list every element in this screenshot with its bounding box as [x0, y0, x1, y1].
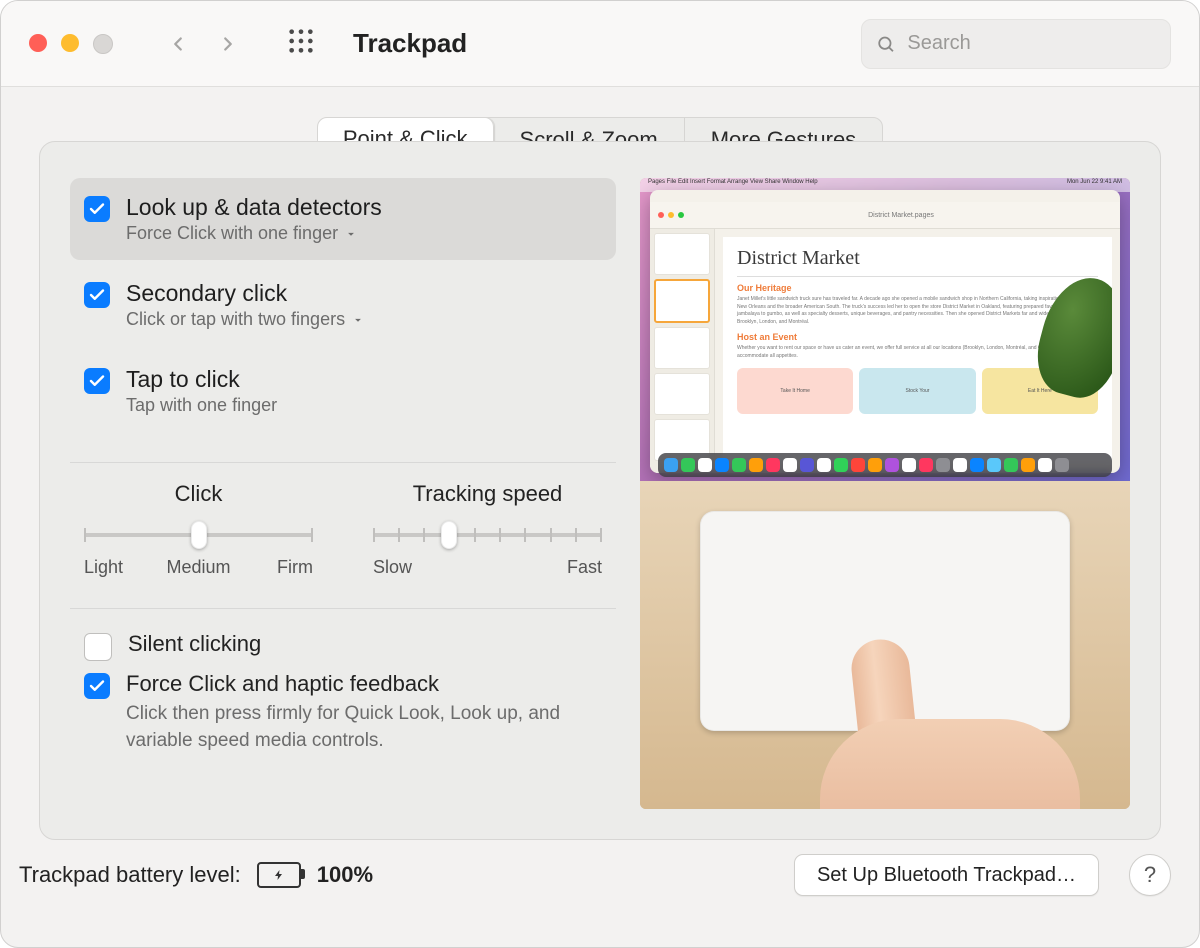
preview-hand	[820, 639, 1020, 809]
battery-value: 100%	[317, 862, 373, 888]
divider	[70, 462, 616, 463]
back-button[interactable]	[161, 27, 195, 61]
checkmark-icon	[88, 286, 106, 304]
chevron-right-icon	[217, 33, 239, 55]
checkmark-icon	[88, 200, 106, 218]
gesture-preview: Pages File Edit Insert Format Arrange Vi…	[640, 178, 1130, 809]
search-input[interactable]	[905, 31, 1156, 56]
option-tap-subtitle: Tap with one finger	[126, 395, 277, 416]
preview-app-window: District Market.pages	[650, 190, 1120, 473]
click-slider-label-low: Light	[84, 557, 160, 578]
tracking-slider-block: Tracking speed Slow Fast	[373, 481, 602, 578]
option-lookup-row[interactable]: Look up & data detectors Force Click wit…	[70, 178, 616, 260]
option-force-description: Click then press firmly for Quick Look, …	[126, 701, 566, 754]
option-force-row[interactable]: Force Click and haptic feedback Click th…	[84, 671, 602, 754]
option-lookup-title: Look up & data detectors	[126, 194, 382, 221]
option-silent-row[interactable]: Silent clicking	[84, 631, 602, 661]
window-toolbar: Trackpad	[1, 1, 1199, 87]
preview-doc-title: District Market	[737, 247, 1098, 270]
option-secondary-title: Secondary click	[126, 280, 365, 307]
option-secondary-row[interactable]: Secondary click Click or tap with two fi…	[70, 264, 616, 346]
click-slider-title: Click	[175, 481, 223, 507]
setup-bluetooth-trackpad-button[interactable]: Set Up Bluetooth Trackpad…	[794, 854, 1099, 896]
option-tap-row[interactable]: Tap to click Tap with one finger	[70, 350, 616, 432]
tracking-slider[interactable]	[373, 523, 602, 547]
option-lookup-checkbox[interactable]	[84, 196, 110, 222]
tracking-slider-label-high: Fast	[567, 557, 602, 578]
option-silent-checkbox[interactable]	[84, 633, 112, 661]
click-slider-label-high: Firm	[237, 557, 313, 578]
window-traffic-lights	[29, 34, 113, 54]
option-lookup-subtitle-dropdown[interactable]: Force Click with one finger	[126, 223, 382, 244]
chevron-down-icon	[344, 227, 358, 241]
tracking-slider-title: Tracking speed	[413, 481, 563, 507]
battery-label: Trackpad battery level:	[19, 862, 241, 888]
minimize-window-button[interactable]	[61, 34, 79, 52]
window-title: Trackpad	[353, 28, 467, 59]
option-tap-checkbox[interactable]	[84, 368, 110, 394]
divider	[70, 608, 616, 609]
close-window-button[interactable]	[29, 34, 47, 52]
option-force-checkbox[interactable]	[84, 673, 110, 699]
checkmark-icon	[88, 677, 106, 695]
option-tap-title: Tap to click	[126, 366, 277, 393]
click-slider[interactable]	[84, 523, 313, 547]
option-secondary-checkbox[interactable]	[84, 282, 110, 308]
forward-button[interactable]	[211, 27, 245, 61]
checkmark-icon	[88, 372, 106, 390]
grid-icon	[287, 27, 315, 55]
option-silent-label: Silent clicking	[128, 631, 261, 657]
chevron-left-icon	[167, 33, 189, 55]
battery-icon	[257, 862, 301, 888]
click-slider-label-mid: Medium	[160, 557, 236, 578]
option-force-label: Force Click and haptic feedback	[126, 671, 566, 697]
option-secondary-subtitle-dropdown[interactable]: Click or tap with two fingers	[126, 309, 365, 330]
help-button[interactable]: ?	[1129, 854, 1171, 896]
nav-arrows	[161, 27, 245, 61]
preview-dock	[658, 453, 1112, 477]
tracking-slider-label-low: Slow	[373, 557, 412, 578]
bolt-icon	[273, 869, 285, 881]
search-field[interactable]	[861, 19, 1171, 69]
search-icon	[876, 33, 895, 55]
zoom-window-button[interactable]	[93, 34, 113, 54]
footer: Trackpad battery level: 100% Set Up Blue…	[1, 840, 1199, 910]
settings-panel: Look up & data detectors Force Click wit…	[39, 141, 1161, 840]
click-slider-block: Click Light Medium Firm	[84, 481, 313, 578]
show-all-preferences-button[interactable]	[287, 27, 315, 60]
chevron-down-icon	[351, 313, 365, 327]
preferences-window: Trackpad Point & Click Scroll & Zoom Mor…	[0, 0, 1200, 948]
